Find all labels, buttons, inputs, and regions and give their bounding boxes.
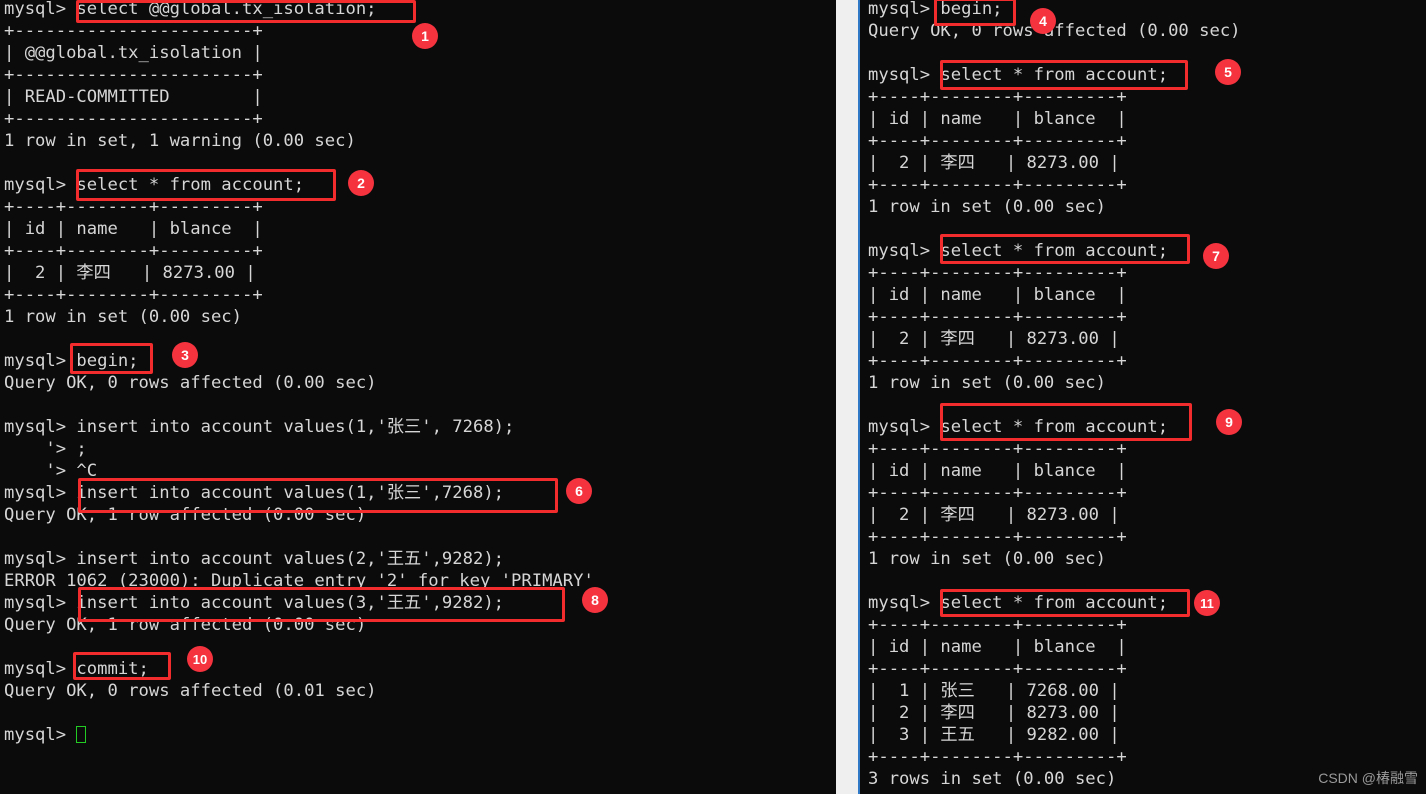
right-terminal-line-11: mysql> select * from account; [868,241,1169,261]
right-terminal-line-12: +----+--------+---------+ [868,263,1127,283]
right-terminal-line-35: 3 rows in set (0.00 sec) [868,769,1117,789]
step-badge-3: 3 [172,342,198,368]
right-terminal-line-16: +----+--------+---------+ [868,351,1127,371]
right-terminal-line-5: | id | name | blance | [868,109,1127,129]
right-terminal-line-9: 1 row in set (0.00 sec) [868,197,1106,217]
right-terminal-line-2 [868,42,1241,64]
right-terminal-line-20: +----+--------+---------+ [868,439,1127,459]
left-terminal-line-22: mysql> insert into account values(1,'张三'… [4,483,505,503]
left-terminal-line-13: +----+--------+---------+ [4,285,263,305]
right-terminal-line-8: +----+--------+---------+ [868,175,1127,195]
terminal-pane-left[interactable]: mysql> select @@global.tx_isolation; +---… [0,0,836,794]
terminal-pane-right[interactable]: mysql> begin; Query OK, 0 rows affected (… [858,0,1426,794]
terminal-cursor [76,726,87,743]
right-terminal-line-24: +----+--------+---------+ [868,527,1127,547]
right-terminal-line-4: +----+--------+---------+ [868,87,1127,107]
step-badge-1: 1 [412,23,438,49]
step-badge-7: 7 [1203,243,1229,269]
left-terminal-line-10: | id | name | blance | [4,219,263,239]
step-badge-5: 5 [1215,59,1241,85]
right-terminal-line-13: | id | name | blance | [868,285,1127,305]
right-terminal-line-30: +----+--------+---------+ [868,659,1127,679]
right-terminal-line-29: | id | name | blance | [868,637,1127,657]
scrollbar-track[interactable] [836,0,858,794]
watermark: CSDN @椿融雪 [1318,770,1418,786]
right-terminal-line-21: | id | name | blance | [868,461,1127,481]
right-terminal-line-32: | 2 | 李四 | 8273.00 | [868,703,1120,723]
left-terminal-line-21: '> ^C [4,461,98,481]
left-terminal-line-19: mysql> insert into account values(1,'张三'… [4,417,515,437]
step-badge-11: 11 [1194,590,1220,616]
right-terminal-line-6: +----+--------+---------+ [868,131,1127,151]
right-terminal-line-7: | 2 | 李四 | 8273.00 | [868,153,1120,173]
right-terminal-line-25: 1 row in set (0.00 sec) [868,549,1106,569]
left-terminal-line-3: +-----------------------+ [4,65,263,85]
left-terminal-line-27: mysql> insert into account values(3,'王五'… [4,593,505,613]
step-badge-2: 2 [348,170,374,196]
left-terminal-line-18 [4,394,594,416]
right-terminal-line-14: +----+--------+---------+ [868,307,1127,327]
right-terminal-line-31: | 1 | 张三 | 7268.00 | [868,681,1120,701]
terminal-output-left: mysql> select @@global.tx_isolation; +---… [4,0,594,746]
left-terminal-line-6: 1 row in set, 1 warning (0.00 sec) [4,131,356,151]
left-terminal-line-15 [4,328,594,350]
step-badge-10: 10 [187,646,213,672]
right-terminal-line-10 [868,218,1241,240]
left-terminal-line-5: +-----------------------+ [4,109,263,129]
right-terminal-line-34: +----+--------+---------+ [868,747,1127,767]
right-terminal-line-19: mysql> select * from account; [868,417,1169,437]
left-terminal-line-11: +----+--------+---------+ [4,241,263,261]
left-terminal-line-17: Query OK, 0 rows affected (0.00 sec) [4,373,377,393]
right-terminal-line-3: mysql> select * from account; [868,65,1169,85]
right-terminal-line-22: +----+--------+---------+ [868,483,1127,503]
left-terminal-line-7 [4,152,594,174]
left-terminal-line-12: | 2 | 李四 | 8273.00 | [4,263,256,283]
step-badge-9: 9 [1216,409,1242,435]
terminal-output-right: mysql> begin; Query OK, 0 rows affected (… [868,0,1241,790]
right-terminal-line-23: | 2 | 李四 | 8273.00 | [868,505,1120,525]
screenshot-root: mysql> select @@global.tx_isolation; +---… [0,0,1426,794]
left-terminal-line-29 [4,636,594,658]
left-terminal-line-24 [4,526,594,548]
left-terminal-line-4: | READ-COMMITTED | [4,87,263,107]
right-terminal-line-18 [868,394,1241,416]
left-terminal-line-14: 1 row in set (0.00 sec) [4,307,242,327]
left-terminal-line-8: mysql> select * from account; [4,175,305,195]
left-terminal-line-16: mysql> begin; [4,351,139,371]
left-terminal-line-26: ERROR 1062 (23000): Duplicate entry '2' … [4,571,594,591]
step-badge-8: 8 [582,587,608,613]
right-terminal-line-17: 1 row in set (0.00 sec) [868,373,1106,393]
right-terminal-line-27: mysql> select * from account; [868,593,1169,613]
right-terminal-line-28: +----+--------+---------+ [868,615,1127,635]
left-terminal-line-9: +----+--------+---------+ [4,197,263,217]
left-terminal-line-0: mysql> select @@global.tx_isolation; [4,0,377,19]
left-terminal-line-31: Query OK, 0 rows affected (0.01 sec) [4,681,377,701]
left-terminal-line-25: mysql> insert into account values(2,'王五'… [4,549,505,569]
left-terminal-line-32 [4,702,594,724]
step-badge-6: 6 [566,478,592,504]
right-terminal-line-26 [868,570,1241,592]
left-terminal-line-1: +-----------------------+ [4,21,263,41]
right-terminal-line-15: | 2 | 李四 | 8273.00 | [868,329,1120,349]
right-terminal-line-33: | 3 | 王五 | 9282.00 | [868,725,1120,745]
step-badge-4: 4 [1030,8,1056,34]
left-terminal-line-30: mysql> commit; [4,659,149,679]
left-terminal-line-23: Query OK, 1 row affected (0.00 sec) [4,505,367,525]
left-terminal-line-20: '> ; [4,439,87,459]
left-terminal-line-28: Query OK, 1 row affected (0.00 sec) [4,615,367,635]
left-terminal-line-33: mysql> [4,724,594,746]
left-terminal-line-2: | @@global.tx_isolation | [4,43,263,63]
